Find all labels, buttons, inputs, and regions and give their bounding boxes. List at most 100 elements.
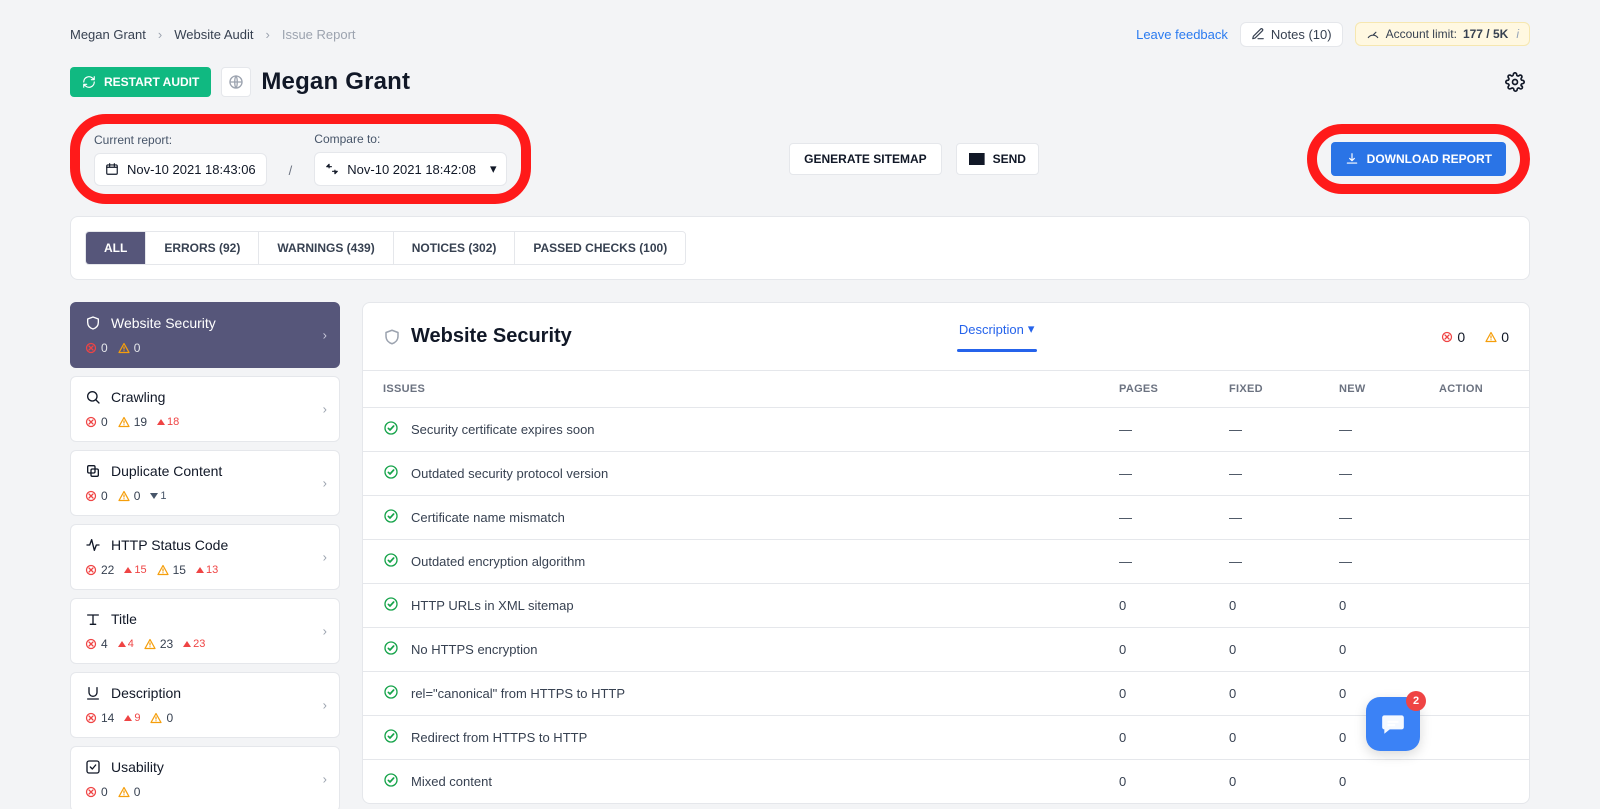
page-title: Megan Grant xyxy=(261,68,410,96)
col-fixed: FIXED xyxy=(1209,371,1319,408)
breadcrumb-a[interactable]: Megan Grant xyxy=(70,27,146,42)
check-circle-icon xyxy=(383,420,399,436)
chevron-right-icon: › xyxy=(323,328,327,343)
pages-value: — xyxy=(1099,452,1209,496)
swap-icon xyxy=(325,162,339,176)
issue-row[interactable]: Outdated encryption algorithm——— xyxy=(363,540,1529,584)
action-buttons: GENERATE SITEMAP SEND xyxy=(789,143,1039,175)
highlight-date-compare: Current report: Nov-10 2021 18:43:06 / C… xyxy=(70,114,531,204)
chevron-right-icon: › xyxy=(323,772,327,787)
current-report-value: Nov-10 2021 18:43:06 xyxy=(127,162,256,177)
pages-value: — xyxy=(1099,408,1209,452)
breadcrumb-b[interactable]: Website Audit xyxy=(174,27,253,42)
chevron-right-icon: › xyxy=(323,550,327,565)
description-tab[interactable]: Description ▾ xyxy=(957,321,1037,352)
sidebar-item[interactable]: Duplicate Content 0 01› xyxy=(70,450,340,516)
filter-tab[interactable]: NOTICES (302) xyxy=(394,232,516,264)
error-icon xyxy=(85,564,97,576)
col-new: NEW xyxy=(1319,371,1419,408)
error-delta: 4 xyxy=(118,638,134,650)
filter-tab[interactable]: WARNINGS (439) xyxy=(259,232,393,264)
issue-row[interactable]: Mixed content000 xyxy=(363,760,1529,804)
chevron-down-icon: ▾ xyxy=(1028,321,1035,337)
chat-fab[interactable]: 2 xyxy=(1366,697,1420,751)
generate-sitemap-button[interactable]: GENERATE SITEMAP xyxy=(789,143,941,175)
warning-count: 19 xyxy=(118,415,147,429)
warning-count: 0 xyxy=(118,341,141,355)
breadcrumb-c: Issue Report xyxy=(282,27,356,42)
activity-icon xyxy=(85,537,101,553)
sidebar-item[interactable]: Usability 0 0› xyxy=(70,746,340,809)
action-value xyxy=(1419,716,1529,760)
sidebar-item[interactable]: Description 149 0› xyxy=(70,672,340,738)
section-error-count: 0 xyxy=(1441,329,1465,345)
chevron-right-icon: › xyxy=(323,698,327,713)
nav-label: Usability xyxy=(111,759,164,775)
new-value: — xyxy=(1319,452,1419,496)
pages-value: 0 xyxy=(1099,584,1209,628)
limit-value: 177 / 5K xyxy=(1463,27,1508,41)
new-value: — xyxy=(1319,540,1419,584)
new-value: 0 xyxy=(1319,584,1419,628)
send-button[interactable]: SEND xyxy=(956,143,1039,175)
calendar-icon xyxy=(105,162,119,176)
issues-table: ISSUESPAGESFIXEDNEWACTIONSecurity certif… xyxy=(363,370,1529,803)
compare-to-picker[interactable]: Nov-10 2021 18:42:08 ▾ xyxy=(314,152,507,186)
nav-head: Website Security xyxy=(85,315,325,331)
fixed-value: — xyxy=(1209,496,1319,540)
download-icon xyxy=(1345,152,1359,166)
current-report-picker[interactable]: Nov-10 2021 18:43:06 xyxy=(94,153,267,186)
check-circle-icon xyxy=(383,552,399,568)
check-circle-icon xyxy=(383,596,399,612)
check-circle-icon xyxy=(383,640,399,656)
mail-icon xyxy=(969,153,985,165)
notes-button[interactable]: Notes (10) xyxy=(1240,22,1343,47)
chat-badge: 2 xyxy=(1406,691,1426,711)
action-value xyxy=(1419,540,1529,584)
issue-cell: rel="canonical" from HTTPS to HTTP xyxy=(383,684,1079,703)
send-label: SEND xyxy=(993,152,1026,166)
sidebar-item[interactable]: Website Security 0 0› xyxy=(70,302,340,368)
issue-row[interactable]: rel="canonical" from HTTPS to HTTP000 xyxy=(363,672,1529,716)
shield-icon xyxy=(383,328,401,346)
issue-row[interactable]: HTTP URLs in XML sitemap000 xyxy=(363,584,1529,628)
filter-tab[interactable]: PASSED CHECKS (100) xyxy=(515,232,685,264)
globe-icon xyxy=(228,74,244,90)
filter-tab[interactable]: ERRORS (92) xyxy=(146,232,259,264)
leave-feedback-link[interactable]: Leave feedback xyxy=(1136,27,1228,42)
issue-row[interactable]: Outdated security protocol version——— xyxy=(363,452,1529,496)
section-title-wrap: Website Security xyxy=(383,325,572,348)
sidebar-item[interactable]: Crawling 0 1918› xyxy=(70,376,340,442)
sidebar-item[interactable]: Title 44 2323› xyxy=(70,598,340,664)
copy-icon xyxy=(85,463,101,479)
info-icon: i xyxy=(1516,27,1519,41)
restart-audit-button[interactable]: RESTART AUDIT xyxy=(70,67,211,97)
issue-cell: Outdated security protocol version xyxy=(383,464,1079,483)
gear-icon xyxy=(1505,72,1525,92)
fixed-value: — xyxy=(1209,452,1319,496)
warning-icon xyxy=(118,416,130,428)
nav-stats: 0 0 xyxy=(85,341,325,355)
account-limit-pill[interactable]: Account limit: 177 / 5K i xyxy=(1355,22,1530,46)
issue-row[interactable]: Redirect from HTTPS to HTTP000 xyxy=(363,716,1529,760)
limit-label: Account limit: xyxy=(1386,27,1457,41)
warning-count: 15 xyxy=(157,563,186,577)
issue-row[interactable]: No HTTPS encryption000 xyxy=(363,628,1529,672)
settings-button[interactable] xyxy=(1500,67,1530,97)
action-value xyxy=(1419,584,1529,628)
issue-name: Redirect from HTTPS to HTTP xyxy=(411,730,587,745)
filter-tab[interactable]: ALL xyxy=(86,232,146,264)
action-value xyxy=(1419,760,1529,804)
sidebar-item[interactable]: HTTP Status Code 2215 1513› xyxy=(70,524,340,590)
new-value: 0 xyxy=(1319,628,1419,672)
check-icon xyxy=(85,759,101,775)
content: Website SecurityDescription ▾ 0 0ISSUESP… xyxy=(362,302,1530,809)
issue-row[interactable]: Security certificate expires soon——— xyxy=(363,408,1529,452)
error-count: 0 xyxy=(85,341,108,355)
download-report-button[interactable]: DOWNLOAD REPORT xyxy=(1331,142,1506,176)
nav-label: Crawling xyxy=(111,389,165,405)
issue-name: Outdated encryption algorithm xyxy=(411,554,585,569)
issue-row[interactable]: Certificate name mismatch——— xyxy=(363,496,1529,540)
compare-to-value: Nov-10 2021 18:42:08 xyxy=(347,162,476,177)
warning-icon xyxy=(118,786,130,798)
